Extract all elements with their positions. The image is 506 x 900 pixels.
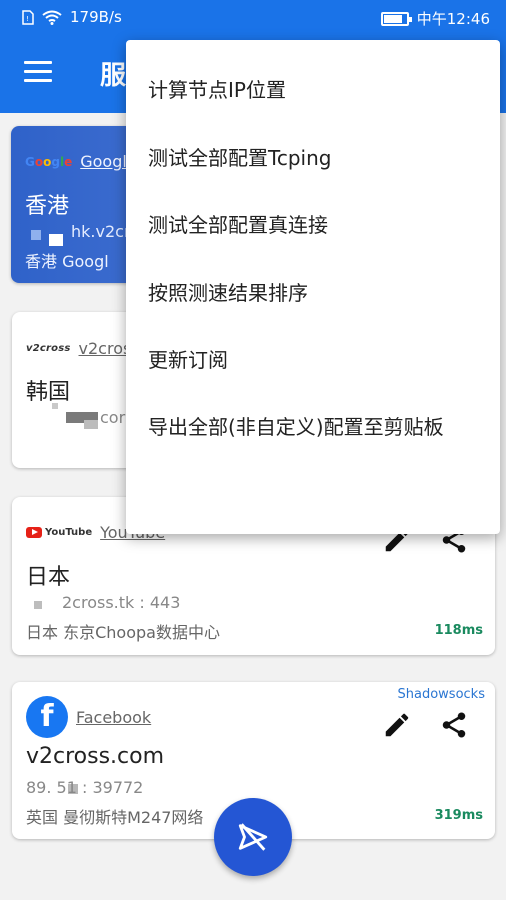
server-address: cor bbox=[100, 408, 126, 427]
paper-plane-off-icon bbox=[238, 823, 268, 851]
menu-item-locate-ip[interactable]: 计算节点IP位置 bbox=[148, 74, 286, 103]
youtube-logo-icon: YouTube bbox=[26, 527, 92, 538]
hamburger-menu-icon[interactable] bbox=[24, 61, 52, 83]
server-location: 英国 曼彻斯特M247网络 bbox=[26, 808, 204, 827]
node-name: 香港 bbox=[25, 194, 70, 219]
menu-item-tcping-all[interactable]: 测试全部配置Tcping bbox=[148, 142, 331, 171]
sim-card-icon: ! bbox=[22, 9, 34, 25]
server-address: 2cross.tk : 443 bbox=[62, 593, 181, 612]
v2cross-logo-icon: v2cross bbox=[26, 343, 71, 354]
server-location: 日本 东京Choopa数据中心 bbox=[26, 623, 220, 642]
pencil-edit-icon[interactable] bbox=[382, 710, 412, 740]
latency-value: 319ms bbox=[434, 808, 483, 823]
connect-fab-button[interactable] bbox=[214, 798, 292, 876]
node-name: v2cross.com bbox=[26, 744, 165, 769]
protocol-label: Shadowsocks bbox=[397, 687, 485, 702]
site-row: Google Google bbox=[25, 152, 137, 171]
menu-item-real-connect-all[interactable]: 测试全部配置真连接 bbox=[148, 209, 328, 238]
network-speed: 179B/s bbox=[70, 8, 122, 26]
site-row: f Facebook bbox=[26, 696, 151, 738]
menu-item-update-subscription[interactable]: 更新订阅 bbox=[148, 344, 228, 373]
status-time: 中午12:46 bbox=[416, 10, 490, 28]
latency-value: 118ms bbox=[434, 623, 483, 638]
redacted-block bbox=[49, 234, 63, 246]
battery-icon bbox=[380, 11, 412, 26]
redacted-block bbox=[84, 420, 98, 429]
redacted-block bbox=[52, 403, 58, 409]
overflow-menu: 计算节点IP位置 测试全部配置Tcping 测试全部配置真连接 按照测速结果排序… bbox=[126, 40, 500, 534]
facebook-logo-icon: f bbox=[26, 696, 68, 738]
site-link[interactable]: v2cros bbox=[79, 339, 132, 358]
page-title: 服 bbox=[100, 61, 127, 91]
redacted-block bbox=[31, 230, 41, 240]
node-name: 日本 bbox=[26, 565, 71, 590]
menu-item-export-clipboard[interactable]: 导出全部(非自定义)配置至剪贴板 bbox=[148, 411, 444, 440]
status-right: 中午12:46 bbox=[380, 8, 490, 29]
wifi-icon bbox=[42, 10, 62, 25]
site-row: v2cross v2cros bbox=[26, 339, 131, 358]
google-logo-icon: Google bbox=[25, 154, 73, 169]
menu-item-sort-by-speed[interactable]: 按照测速结果排序 bbox=[148, 277, 308, 306]
svg-text:!: ! bbox=[26, 15, 29, 23]
server-location: 香港 Googl bbox=[25, 252, 109, 271]
status-left: ! 179B/s bbox=[22, 8, 122, 26]
site-link[interactable]: Facebook bbox=[76, 708, 151, 727]
status-bar: ! 179B/s 中午12:46 bbox=[0, 0, 506, 35]
node-name: 韩国 bbox=[26, 380, 71, 405]
redacted-block bbox=[34, 601, 42, 609]
server-address: 89. 51 : 39772 bbox=[26, 778, 144, 797]
share-icon[interactable] bbox=[439, 710, 469, 740]
